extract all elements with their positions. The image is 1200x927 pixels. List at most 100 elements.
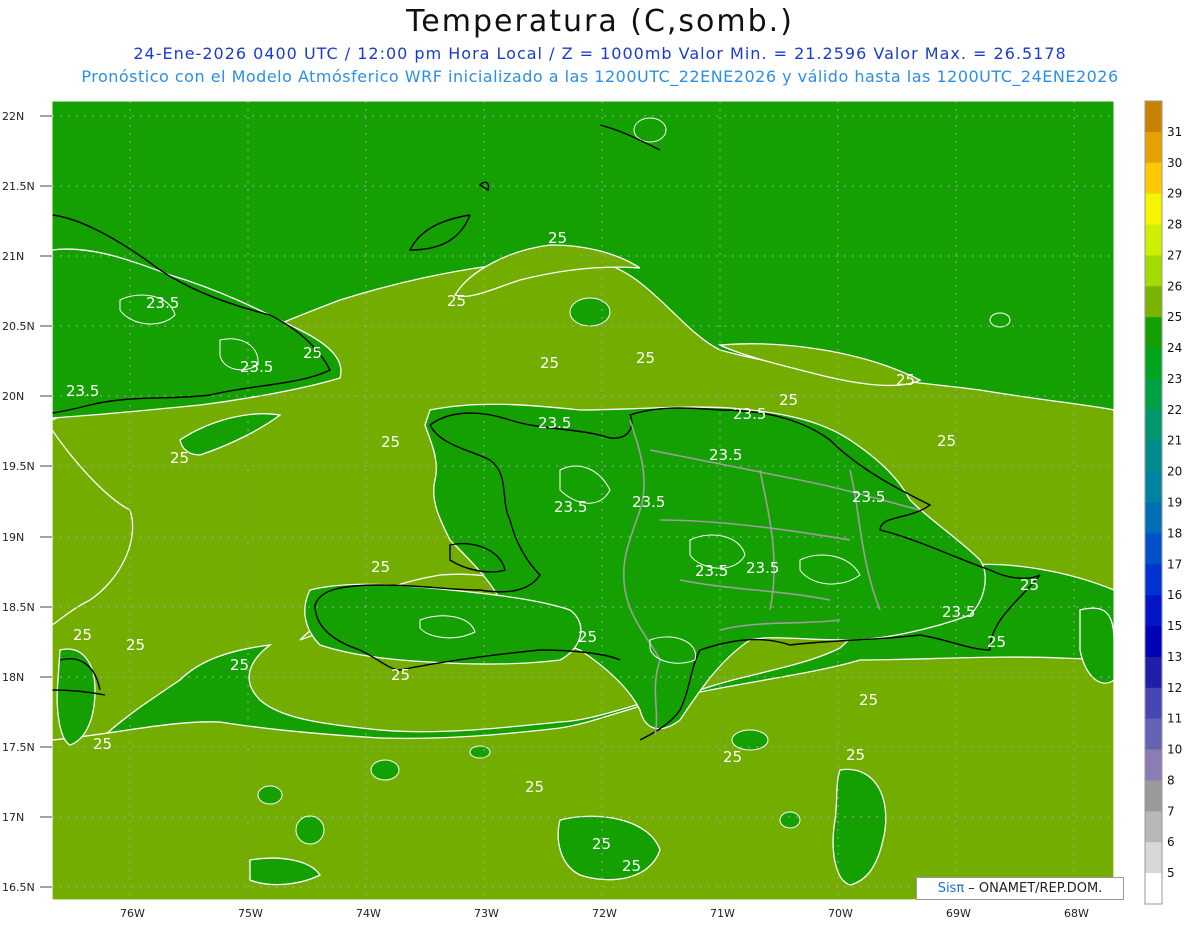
colorbar-level-label: 31 <box>1167 125 1182 139</box>
lat-label: 18.5N <box>2 601 35 614</box>
colorbar-level-label: 5 <box>1167 866 1175 880</box>
credit-text: – ONAMET/REP.DOM. <box>964 881 1103 896</box>
map-area: 25 25 25 25 25 25 25 25 25 25 25 25 25 2… <box>52 101 1114 900</box>
lon-label: 74W <box>356 907 381 920</box>
colorbar-swatch <box>1145 873 1162 905</box>
colorbar-swatch <box>1145 378 1162 411</box>
longitude-axis: 76W 75W 74W 73W 72W 71W 70W 69W 68W <box>120 907 1089 920</box>
lat-label: 21.5N <box>2 180 35 193</box>
colorbar-level-label: 7 <box>1167 804 1175 818</box>
colorbar-swatch <box>1145 780 1162 812</box>
colorbar-swatch <box>1145 162 1162 194</box>
contour-label: 23.5 <box>66 382 99 400</box>
lat-label: 19.5N <box>2 460 35 473</box>
contour-label: 25 <box>779 391 798 409</box>
contour-label: 25 <box>896 371 915 389</box>
contour-label: 25 <box>987 633 1006 651</box>
contour-label: 25 <box>846 746 865 764</box>
colorbar-level-label: 16 <box>1167 588 1182 602</box>
colorbar-swatch <box>1145 749 1162 781</box>
colorbar-level-label: 25 <box>1167 310 1182 324</box>
contour-label: 25 <box>592 835 611 853</box>
colorbar-swatch <box>1145 471 1162 503</box>
colorbar-level-label: 28 <box>1167 218 1182 232</box>
contour-label: 25 <box>525 778 544 796</box>
lon-label: 71W <box>710 907 735 920</box>
lon-label: 75W <box>238 907 263 920</box>
contour-label: 23.5 <box>554 498 587 516</box>
lon-label: 73W <box>474 907 499 920</box>
colorbar-level-label: 12 <box>1167 681 1182 695</box>
contour-label: 23.5 <box>538 414 571 432</box>
colorbar-swatch <box>1145 101 1162 133</box>
colorbar-swatch <box>1145 224 1162 256</box>
contour-label: 23.5 <box>146 294 179 312</box>
colorbar-swatch <box>1145 533 1162 565</box>
contour-label: 25 <box>230 656 249 674</box>
colorbar-swatch <box>1145 656 1162 689</box>
colorbar-swatch <box>1145 348 1162 380</box>
contour-label: 25 <box>578 628 597 646</box>
colorbar-level-label: 20 <box>1167 465 1182 479</box>
colorbar: 31 30 29 28 27 26 25 24 23 22 21 20 19 18 17 16 15 13 12 11… <box>1144 100 1182 905</box>
lat-label: 17.5N <box>2 741 35 754</box>
colorbar-swatch <box>1145 564 1162 596</box>
colorbar-swatch <box>1145 595 1162 627</box>
colorbar-swatch <box>1145 502 1162 534</box>
lat-label: 16.5N <box>2 881 35 894</box>
contour-label: 25 <box>859 691 878 709</box>
colorbar-level-label: 10 <box>1167 743 1182 757</box>
credit-box: Sisπ – ONAMET/REP.DOM. <box>916 877 1124 900</box>
colorbar-swatch <box>1145 626 1162 658</box>
colorbar-level-label: 29 <box>1167 187 1182 201</box>
lon-label: 76W <box>120 907 145 920</box>
colorbar-swatch <box>1145 131 1162 164</box>
colorbar-swatch <box>1145 317 1162 349</box>
colorbar-level-label: 11 <box>1167 712 1182 726</box>
lon-label: 72W <box>592 907 617 920</box>
lat-label: 20.5N <box>2 320 35 333</box>
latitude-axis: 22N 21.5N 21N 20.5N 20N 19.5N 19N 18.5N … <box>2 110 35 894</box>
contour-label: 23.5 <box>852 488 885 506</box>
contour-label: 23.5 <box>746 559 779 577</box>
lon-label: 68W <box>1064 907 1089 920</box>
contour-label: 25 <box>723 748 742 766</box>
colorbar-level-label: 23 <box>1167 372 1182 386</box>
temperature-map: 25 25 25 25 25 25 25 25 25 25 25 25 25 2… <box>2 100 1182 920</box>
colorbar-level-label: 30 <box>1167 156 1182 170</box>
colorbar-level-label: 17 <box>1167 557 1182 571</box>
colorbar-level-label: 6 <box>1167 835 1175 849</box>
lat-label: 18N <box>2 671 24 684</box>
colorbar-level-label: 15 <box>1167 619 1182 633</box>
contour-label: 25 <box>622 857 641 875</box>
lat-label: 21N <box>2 250 24 263</box>
lat-label: 20N <box>2 390 24 403</box>
colorbar-level-label: 13 <box>1167 650 1182 664</box>
colorbar-level-label: 18 <box>1167 526 1182 540</box>
colorbar-swatch <box>1145 718 1162 750</box>
contour-label: 25 <box>391 666 410 684</box>
contour-label: 25 <box>303 344 322 362</box>
colorbar-swatch <box>1145 286 1162 318</box>
contour-label: 23.5 <box>240 358 273 376</box>
colorbar-swatch <box>1145 255 1162 287</box>
lon-label: 70W <box>828 907 853 920</box>
contour-label: 25 <box>73 626 92 644</box>
contour-label: 25 <box>126 636 145 654</box>
colorbar-level-label: 21 <box>1167 434 1182 448</box>
colorbar-level-label: 19 <box>1167 496 1182 510</box>
lat-label: 22N <box>2 110 24 123</box>
contour-label: 23.5 <box>733 405 766 423</box>
contour-label: 23.5 <box>709 446 742 464</box>
contour-label: 23.5 <box>695 562 728 580</box>
colorbar-swatch <box>1145 409 1162 442</box>
contour-label: 25 <box>381 433 400 451</box>
colorbar-swatch <box>1145 193 1162 225</box>
contour-label: 25 <box>937 432 956 450</box>
colorbar-level-label: 26 <box>1167 279 1182 293</box>
colorbar-level-label: 8 <box>1167 773 1175 787</box>
sispi-logo: Sisπ <box>937 881 965 896</box>
lon-label: 69W <box>946 907 971 920</box>
colorbar-level-label: 24 <box>1167 341 1182 355</box>
contour-label: 25 <box>447 292 466 310</box>
